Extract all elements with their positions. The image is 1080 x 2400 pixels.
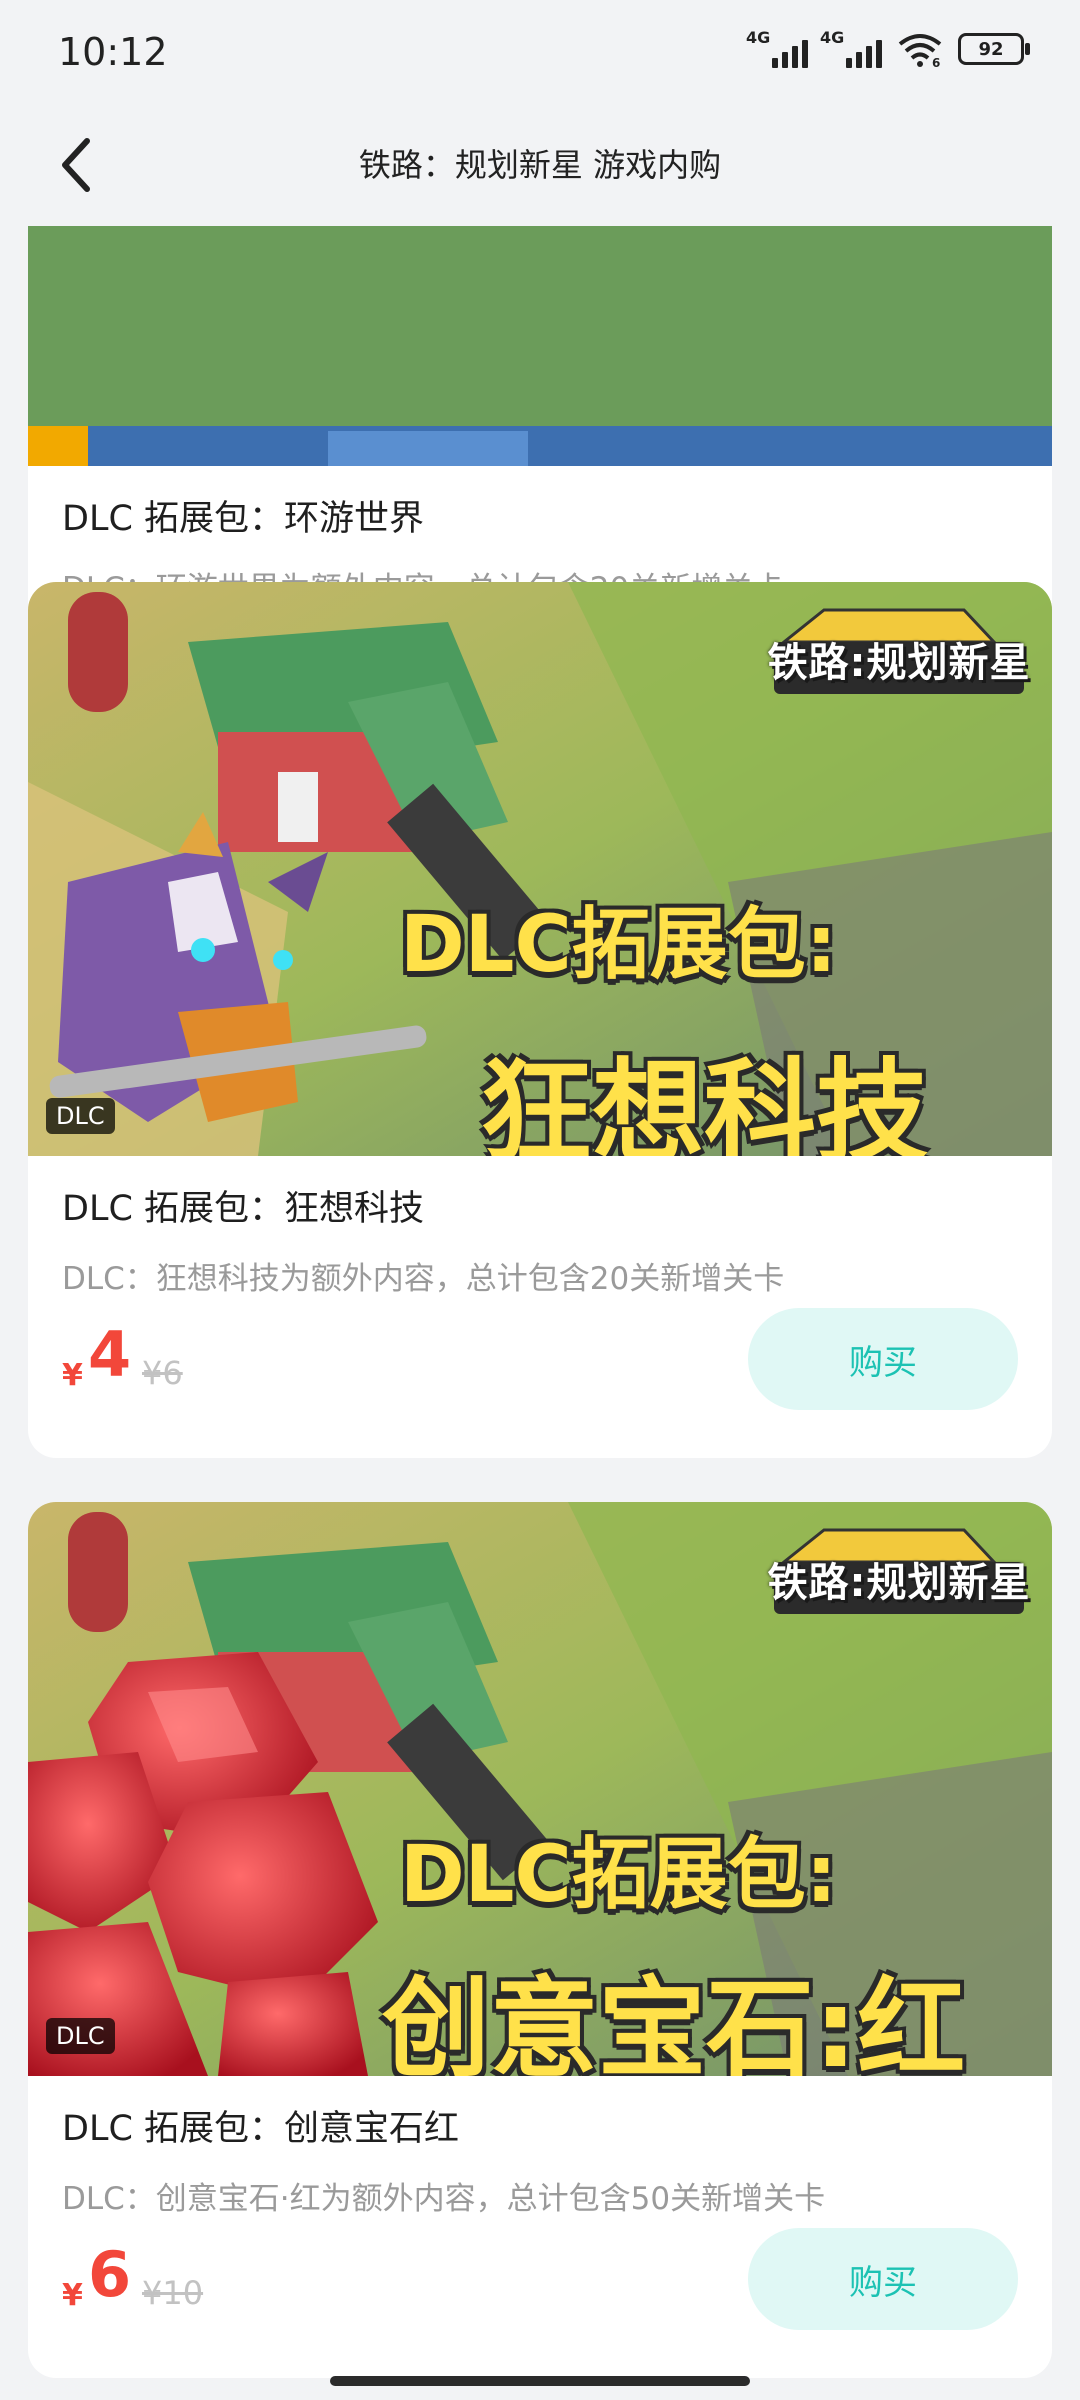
status-bar: 10:12 4G 4G 6 92 <box>0 0 1080 108</box>
product-info: DLC 拓展包：创意宝石红 DLC：创意宝石·红为额外内容，总计包含50关新增关… <box>28 2076 1052 2218</box>
product-banner[interactable] <box>28 226 1052 466</box>
product-banner[interactable]: 铁路:规划新星 DLC拓展包: 狂想科技 DLC <box>28 582 1052 1156</box>
currency-symbol: ¥ <box>62 2278 83 2313</box>
banner-heading: DLC拓展包: <box>400 1830 837 1920</box>
buy-button[interactable]: 购买 <box>748 2228 1018 2330</box>
wifi-icon: 6 <box>898 34 942 68</box>
product-banner[interactable]: 铁路:规划新星 DLC拓展包: 创意宝石:红 DLC <box>28 1502 1052 2076</box>
home-indicator[interactable] <box>330 2376 750 2386</box>
banner-heading: DLC拓展包: <box>400 900 837 990</box>
banner-subheading: 创意宝石:红 <box>382 1967 966 2076</box>
product-description: DLC：狂想科技为额外内容，总计包含20关新增关卡 <box>62 1261 785 1297</box>
banner-subheading: 狂想科技 <box>480 1048 928 1156</box>
status-time: 10:12 <box>58 30 168 74</box>
battery-icon: 92 <box>958 33 1030 65</box>
product-card: 铁路:规划新星 DLC拓展包: 狂想科技 DLC DLC 拓展包：狂想科技 DL… <box>28 582 1052 1458</box>
product-description: DLC：创意宝石·红为额外内容，总计包含50关新增关卡 <box>62 2181 826 2217</box>
dlc-badge: DLC <box>46 1098 115 1134</box>
product-info: DLC 拓展包：狂想科技 DLC：狂想科技为额外内容，总计包含20关新增关卡 <box>28 1156 1052 1298</box>
dlc-badge: DLC <box>46 2018 115 2054</box>
original-price: ¥10 <box>142 2274 204 2312</box>
original-price: ¥6 <box>142 1354 183 1392</box>
app-bar: 铁路：规划新星 游戏内购 <box>0 108 1080 226</box>
product-name: DLC 拓展包：狂想科技 <box>62 1189 425 1229</box>
game-logo: 铁路:规划新星 <box>764 602 1034 698</box>
currency-symbol: ¥ <box>62 1358 83 1393</box>
cell-signal-icon-2: 4G <box>820 28 882 68</box>
price-row: ¥ 6 ¥10 购买 <box>28 2218 1052 2378</box>
price-row: ¥ 4 ¥6 购买 <box>28 1298 1052 1458</box>
page-title: 铁路：规划新星 游戏内购 <box>358 146 722 184</box>
buy-button[interactable]: 购买 <box>748 1308 1018 1410</box>
banner-image <box>28 226 1052 466</box>
sale-price: 4 <box>88 1318 132 1391</box>
game-logo: 铁路:规划新星 <box>764 1522 1034 1618</box>
product-list[interactable]: DLC 拓展包：环游世界 DLC：环游世界为额外内容，总计包含20关新增关卡 ¥… <box>0 226 1080 2400</box>
cell-signal-icon: 4G <box>746 28 808 68</box>
status-icons: 4G 4G 6 92 <box>746 28 1030 68</box>
product-card: 铁路:规划新星 DLC拓展包: 创意宝石:红 DLC DLC 拓展包：创意宝石红… <box>28 1502 1052 2378</box>
product-name: DLC 拓展包：环游世界 <box>62 499 425 539</box>
svg-text:6: 6 <box>932 56 940 68</box>
sale-price: 6 <box>88 2238 132 2311</box>
product-name: DLC 拓展包：创意宝石红 <box>62 2109 460 2149</box>
